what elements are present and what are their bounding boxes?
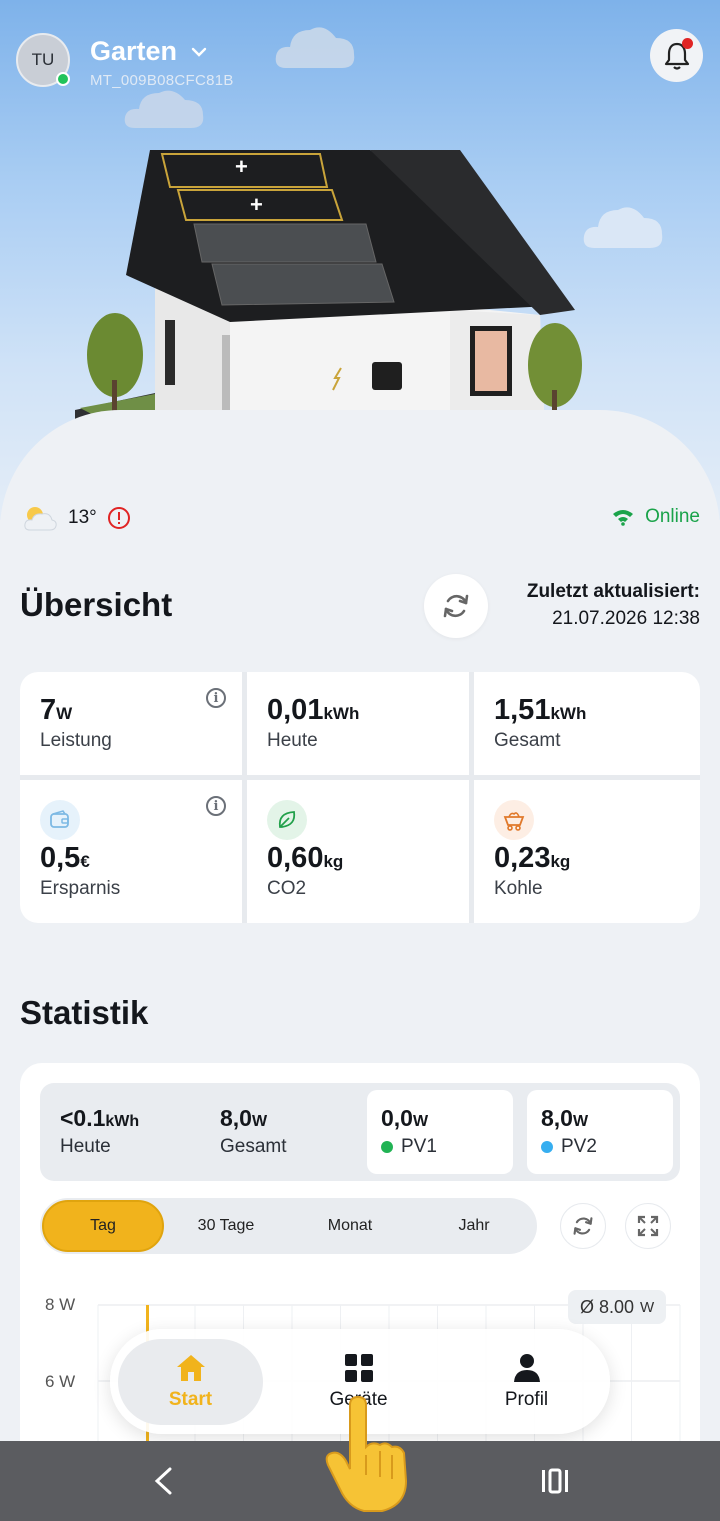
info-icon[interactable]: i xyxy=(206,796,226,816)
svg-text:+: + xyxy=(250,192,263,217)
tab-30-days[interactable]: 30 Tage xyxy=(165,1200,287,1252)
metric-value: 0,23 xyxy=(494,842,551,874)
cloud-icon xyxy=(275,27,355,68)
average-chip: Ø 8.00 W xyxy=(568,1290,667,1324)
tab-month[interactable]: Monat xyxy=(289,1200,411,1252)
metric-value: 0,5 xyxy=(40,842,81,874)
metric-co2: 0,60kg CO2 xyxy=(247,780,469,923)
cloud-icon xyxy=(124,90,204,128)
summary-unit: W xyxy=(412,1113,429,1130)
summary-unit: W xyxy=(572,1113,589,1130)
metric-value: 1,51 xyxy=(494,694,551,726)
pointing-hand-icon xyxy=(325,1395,408,1512)
station-selector[interactable]: Garten xyxy=(90,36,207,67)
pv2-color-dot xyxy=(541,1141,553,1153)
station-name: Garten xyxy=(90,36,178,66)
summary-label: PV1 xyxy=(401,1136,437,1157)
summary-value: 8,0 xyxy=(220,1105,252,1131)
fullscreen-button[interactable] xyxy=(625,1203,671,1249)
metric-label: Kohle xyxy=(494,878,543,899)
metric-power: 7W Leistung i xyxy=(20,672,242,775)
summary-value: 0,0 xyxy=(381,1105,413,1131)
tab-day[interactable]: Tag xyxy=(42,1200,164,1252)
metric-value: 7 xyxy=(40,694,57,726)
temperature: 13° xyxy=(68,507,97,528)
metric-unit: kWh xyxy=(550,704,587,723)
info-icon[interactable]: i xyxy=(206,688,226,708)
metric-savings: i 0,5€ Ersparnis xyxy=(20,780,242,923)
chart-refresh-button[interactable] xyxy=(560,1203,606,1249)
statistics-summary: <0.1kWh Heute 8,0W Gesamt 0,0W PV1 8,0W … xyxy=(40,1083,680,1181)
pv2-tile[interactable]: 8,0W PV2 xyxy=(527,1090,673,1174)
metric-coal: 0,23kg Kohle xyxy=(474,780,700,923)
alert-icon[interactable] xyxy=(107,506,131,530)
y-tick-label: 8 W xyxy=(45,1295,76,1314)
partly-cloudy-icon xyxy=(24,507,57,531)
summary-value: 8,0 xyxy=(541,1105,573,1131)
summary-today: <0.1kWh Heute xyxy=(60,1105,139,1158)
tab-year[interactable]: Jahr xyxy=(413,1200,535,1252)
summary-total: 8,0W Gesamt xyxy=(220,1105,287,1158)
last-updated-value: 21.07.2026 12:38 xyxy=(552,608,700,629)
home-icon xyxy=(176,1355,205,1381)
nav-profile[interactable]: Profil xyxy=(454,1339,599,1425)
overview-metrics-card: 7W Leistung i 0,01kWh Heute 1,51kWh Gesa… xyxy=(20,672,700,923)
wifi-icon xyxy=(613,510,634,526)
metric-label: Heute xyxy=(267,730,318,751)
wallet-icon xyxy=(40,800,80,840)
metric-label: Leistung xyxy=(40,730,112,751)
metric-label: Ersparnis xyxy=(40,878,121,899)
metric-today: 0,01kWh Heute xyxy=(247,672,469,775)
weather-info: 13° xyxy=(22,504,131,532)
statistics-title: Statistik xyxy=(20,994,149,1031)
period-tabs: Tag 30 Tage Monat Jahr xyxy=(40,1198,537,1254)
connection-status: Online xyxy=(611,506,700,528)
summary-unit: W xyxy=(251,1113,268,1130)
connection-label: Online xyxy=(645,506,700,527)
notifications-button[interactable] xyxy=(650,29,703,82)
station-id: MT_009B08CFC81B xyxy=(90,72,234,89)
metric-unit: kg xyxy=(323,852,344,871)
metric-value: 0,01 xyxy=(267,694,324,726)
metric-unit: € xyxy=(80,852,90,871)
svg-text:+: + xyxy=(235,154,248,179)
online-status-dot xyxy=(56,72,70,86)
summary-label: Heute xyxy=(60,1136,111,1157)
nav-label: Start xyxy=(168,1389,213,1410)
metric-unit: kg xyxy=(550,852,571,871)
metric-label: Gesamt xyxy=(494,730,561,751)
nav-start[interactable]: Start xyxy=(118,1339,263,1425)
chevron-down-icon xyxy=(191,47,207,57)
pv1-color-dot xyxy=(381,1141,393,1153)
average-unit: W xyxy=(640,1298,655,1316)
metric-unit: W xyxy=(56,704,73,723)
summary-value: <0.1 xyxy=(60,1105,106,1131)
average-value: Ø 8.00 xyxy=(580,1296,635,1317)
coal-cart-icon xyxy=(494,800,534,840)
metric-unit: kWh xyxy=(323,704,360,723)
user-icon xyxy=(513,1354,540,1382)
metric-value: 0,60 xyxy=(267,842,324,874)
refresh-icon xyxy=(443,594,469,618)
y-tick-label: 6 W xyxy=(45,1372,76,1391)
summary-label: PV2 xyxy=(561,1136,597,1157)
summary-label: Gesamt xyxy=(220,1136,287,1157)
metric-total: 1,51kWh Gesamt xyxy=(474,672,700,775)
nav-label: Profil xyxy=(504,1389,549,1410)
grid-icon xyxy=(344,1354,373,1382)
expand-icon xyxy=(637,1215,659,1237)
leaf-icon xyxy=(267,800,307,840)
last-updated-label: Zuletzt aktualisiert: xyxy=(526,581,700,602)
pv1-tile[interactable]: 0,0W PV1 xyxy=(367,1090,513,1174)
metric-label: CO2 xyxy=(267,878,307,899)
summary-unit: kWh xyxy=(105,1113,140,1130)
refresh-button[interactable] xyxy=(424,574,488,638)
notification-badge xyxy=(682,38,693,49)
avatar-initials: TU xyxy=(31,50,55,69)
recents-icon[interactable] xyxy=(540,1467,570,1495)
refresh-icon xyxy=(573,1217,593,1235)
overview-title: Übersicht xyxy=(20,586,173,623)
back-icon[interactable] xyxy=(152,1467,174,1495)
